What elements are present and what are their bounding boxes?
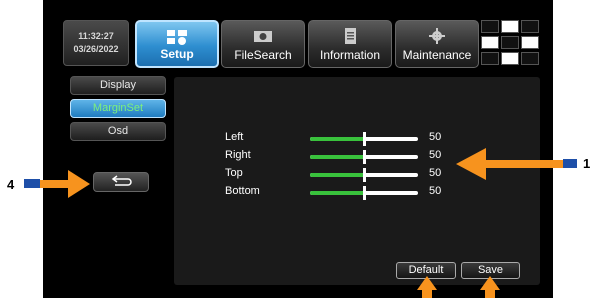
arrow-4-icon xyxy=(40,170,90,198)
marker-bar xyxy=(563,159,577,168)
callout-number-4: 4 xyxy=(7,177,15,192)
arrow-save-icon xyxy=(480,276,500,298)
marker-bar xyxy=(24,179,40,188)
annotation-overlay xyxy=(40,148,564,298)
callout-number-1: 1 xyxy=(583,156,591,171)
arrow-default-icon xyxy=(417,276,437,298)
arrow-1-icon xyxy=(456,148,564,180)
